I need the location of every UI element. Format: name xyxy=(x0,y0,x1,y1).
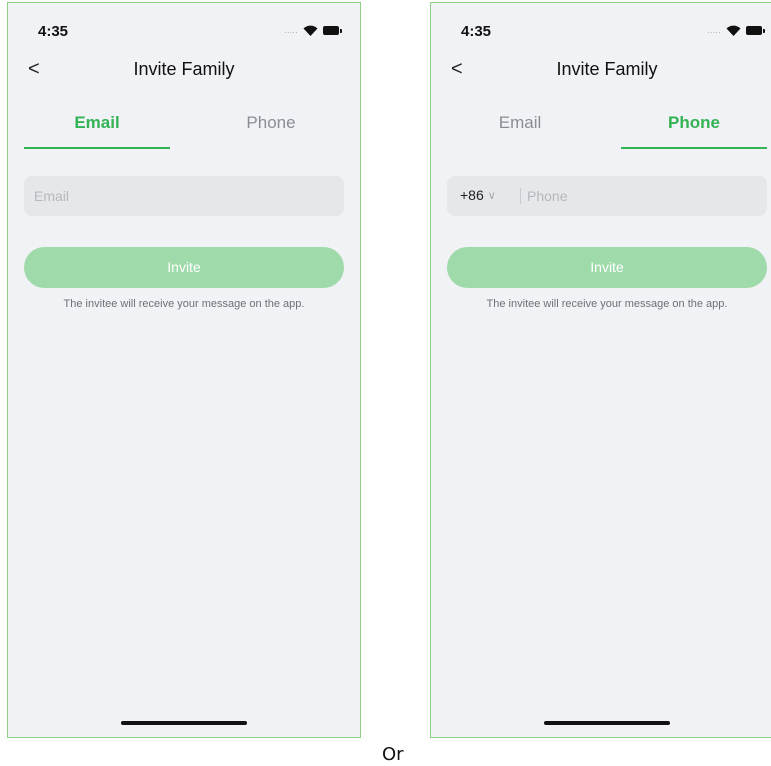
page-title: Invite Family xyxy=(556,59,658,79)
phone-field[interactable] xyxy=(527,176,767,216)
country-code-value: +86 xyxy=(460,187,484,203)
country-code-selector[interactable]: +86 ∨ xyxy=(460,187,496,203)
field-divider xyxy=(520,188,521,204)
chevron-down-icon: ∨ xyxy=(487,189,496,202)
status-time: 4:35 xyxy=(461,23,492,40)
status-time: 4:35 xyxy=(38,23,69,40)
signal-icon: ..... xyxy=(284,26,298,35)
active-tab-indicator xyxy=(24,147,170,149)
status-bar: 4:35 ..... xyxy=(431,23,771,43)
status-bar: 4:35 ..... xyxy=(8,23,360,43)
tab-email-label: Email xyxy=(74,113,120,132)
invite-button[interactable]: Invite xyxy=(447,247,767,288)
separator-label: Or xyxy=(382,744,404,765)
tab-email[interactable]: Email xyxy=(447,111,593,151)
tab-phone-label: Phone xyxy=(246,113,296,132)
wifi-icon xyxy=(726,25,741,36)
phone-screen-phone: 4:35 ..... < Invite Family Email Phone +… xyxy=(430,2,771,738)
tab-phone[interactable]: Phone xyxy=(621,111,767,151)
page-title: Invite Family xyxy=(133,59,235,79)
email-field[interactable] xyxy=(24,176,344,216)
invite-button[interactable]: Invite xyxy=(24,247,344,288)
nav-bar: < Invite Family xyxy=(8,55,360,85)
home-indicator[interactable] xyxy=(544,721,670,725)
nav-bar: < Invite Family xyxy=(431,55,771,85)
tab-bar: Email Phone xyxy=(24,111,344,151)
phone-field-container: +86 ∨ xyxy=(447,176,767,216)
invite-hint: The invitee will receive your message on… xyxy=(486,298,728,310)
active-tab-indicator xyxy=(621,147,767,149)
tab-phone-label: Phone xyxy=(668,113,720,132)
phone-screen-email: 4:35 ..... < Invite Family Email Phone I… xyxy=(7,2,361,738)
email-field-container xyxy=(24,176,344,216)
tab-phone[interactable]: Phone xyxy=(198,111,344,151)
tab-email[interactable]: Email xyxy=(24,111,170,151)
status-icons: ..... xyxy=(284,25,342,36)
invite-hint: The invitee will receive your message on… xyxy=(63,298,305,310)
battery-icon xyxy=(323,26,342,35)
battery-icon xyxy=(746,26,765,35)
tab-email-label: Email xyxy=(498,113,542,132)
signal-icon: ..... xyxy=(707,26,721,35)
wifi-icon xyxy=(303,25,318,36)
home-indicator[interactable] xyxy=(121,721,247,725)
tab-bar: Email Phone xyxy=(447,111,767,151)
status-icons: ..... xyxy=(707,25,765,36)
